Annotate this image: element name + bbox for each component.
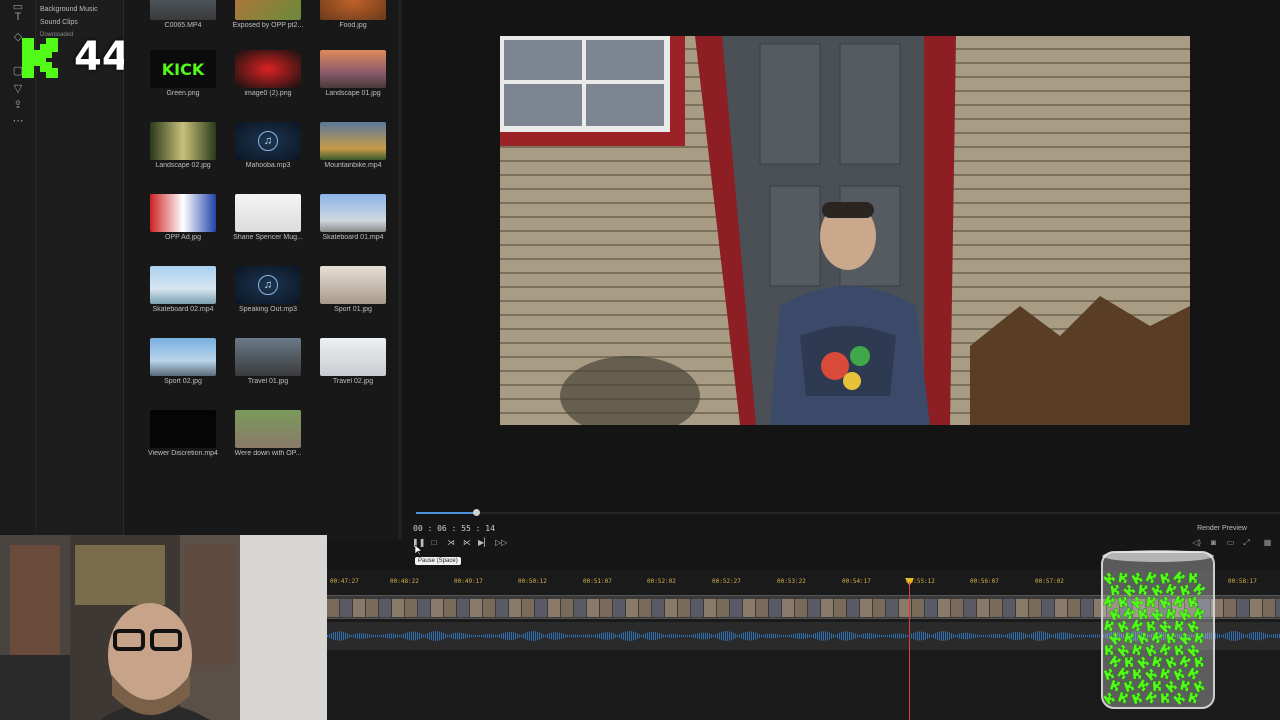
media-thumbnail[interactable]	[150, 266, 216, 304]
ruler-tick-label: 00:47:27	[330, 578, 359, 585]
snapshot-icon[interactable]: ◙	[1208, 538, 1219, 548]
media-thumbnail[interactable]	[235, 194, 301, 232]
kick-jar-overlay	[1100, 548, 1216, 712]
webcam-image	[0, 535, 327, 720]
render-preview-button[interactable]: Render Preview	[1194, 523, 1250, 535]
media-label: Mahooba.mp3	[245, 162, 291, 169]
media-thumbnail[interactable]	[235, 50, 301, 88]
ruler-tick-label: 00:52:27	[712, 578, 741, 585]
ruler-tick-label: 00:53:22	[777, 578, 806, 585]
media-thumbnail[interactable]	[150, 194, 216, 232]
kick-follower-overlay: 44	[14, 34, 134, 84]
ruler-tick-label: 00:57:02	[1035, 578, 1064, 585]
media-label: Landscape 01.jpg	[325, 90, 381, 97]
fullscreen-icon[interactable]: ⤢	[1241, 538, 1252, 548]
video-editor-window: ▭ T ◇ ▢ ▽ ⇪ ⋯ Background Music Sound Cli…	[0, 0, 1280, 720]
media-label: OPP Ad.jpg	[164, 234, 202, 241]
preview-scrub-track[interactable]	[416, 512, 1280, 514]
media-thumbnail[interactable]	[320, 122, 386, 160]
media-thumbnail[interactable]: KICK	[150, 50, 216, 88]
quality-icon[interactable]: ▦	[1262, 538, 1273, 548]
media-library: C0065.MP4 Exposed by OPP pt2... Food.jpg KI…	[124, 0, 402, 540]
media-thumbnail[interactable]: ♫	[235, 266, 301, 304]
media-thumbnail[interactable]	[150, 338, 216, 376]
media-thumbnail[interactable]	[235, 0, 301, 20]
media-label: Were down with OP...	[234, 450, 302, 457]
kick-logo-icon	[22, 38, 58, 78]
media-label: Travel 02.jpg	[332, 378, 374, 385]
pause-tooltip: Pause (Space)	[415, 557, 461, 565]
media-thumbnail[interactable]	[320, 266, 386, 304]
text-tool-icon[interactable]: T	[11, 10, 25, 24]
mark-in-button[interactable]: ⋊	[445, 537, 457, 549]
playhead-line[interactable]	[909, 582, 910, 720]
filter-tool-icon[interactable]: ▽	[11, 82, 25, 96]
kick-counter: 44	[74, 34, 130, 80]
ruler-tick-label: 00:50:12	[518, 578, 547, 585]
ruler-tick-label: 00:56:07	[970, 578, 999, 585]
ruler-tick-label: 00:52:02	[647, 578, 676, 585]
aspect-ratio-icon[interactable]: ▭	[1225, 538, 1236, 548]
fast-forward-button[interactable]: ▷▷	[495, 537, 507, 549]
next-frame-button[interactable]: ▶▏	[478, 537, 490, 549]
preview-frame-image	[500, 36, 1190, 425]
media-thumbnail[interactable]	[320, 0, 386, 20]
media-label: Sport 02.jpg	[164, 378, 202, 385]
ruler-tick-label: 00:58:17	[1228, 578, 1257, 585]
media-thumbnail[interactable]	[320, 50, 386, 88]
media-label: Mountainbike.mp4	[324, 162, 382, 169]
ruler-tick-label: 00:51:07	[583, 578, 612, 585]
preview-scrub-progress	[416, 512, 476, 514]
media-label: Green.png	[166, 90, 200, 97]
stop-button[interactable]: □	[428, 537, 440, 549]
media-thumbnail[interactable]	[320, 194, 386, 232]
media-thumbnail[interactable]	[150, 122, 216, 160]
export-tool-icon[interactable]: ⇪	[11, 98, 25, 112]
timecode-display: 00 : 06 : 55 : 14	[413, 524, 495, 533]
music-note-icon: ♫	[258, 131, 278, 151]
media-label: Sport 01.jpg	[334, 306, 372, 313]
music-note-icon: ♫	[258, 275, 278, 295]
ruler-tick-label: 00:49:17	[454, 578, 483, 585]
preview-scrub-handle[interactable]	[473, 509, 480, 516]
mark-out-button[interactable]: ⋉	[461, 537, 473, 549]
media-thumbnail[interactable]	[235, 338, 301, 376]
media-label: Viewer Discretion.mp4	[148, 450, 218, 457]
jar-image	[1101, 550, 1215, 709]
media-label: C0065.MP4	[164, 22, 202, 29]
media-label: Shane Spencer Mug...	[233, 234, 303, 241]
category-background-music[interactable]: Background Music	[40, 6, 98, 13]
media-label: Exposed by OPP pt2...	[232, 22, 304, 29]
ruler-tick-label: 00:54:17	[842, 578, 871, 585]
media-thumbnail[interactable]	[235, 410, 301, 448]
ruler-tick-label: 00:48:22	[390, 578, 419, 585]
webcam-overlay	[0, 535, 327, 720]
mouse-cursor-icon	[415, 545, 423, 555]
media-thumbnail[interactable]	[320, 338, 386, 376]
thumbnail-text: KICK	[161, 60, 205, 79]
category-sound-clips[interactable]: Sound Clips	[40, 19, 78, 26]
media-thumbnail[interactable]: ♫	[235, 122, 301, 160]
media-label: image0 (2).png	[244, 90, 292, 97]
video-preview	[500, 36, 1190, 425]
media-label: Skateboard 01.mp4	[322, 234, 384, 241]
media-label: Travel 01.jpg	[247, 378, 289, 385]
media-label: Landscape 02.jpg	[155, 162, 211, 169]
media-thumbnail[interactable]	[150, 410, 216, 448]
volume-icon[interactable]: ◁)	[1191, 538, 1202, 548]
media-label: Food.jpg	[339, 22, 367, 29]
media-label: Speaking Out.mp3	[239, 306, 297, 313]
media-thumbnail[interactable]	[150, 0, 216, 20]
media-label: Skateboard 02.mp4	[152, 306, 214, 313]
more-icon[interactable]: ⋯	[11, 114, 25, 128]
